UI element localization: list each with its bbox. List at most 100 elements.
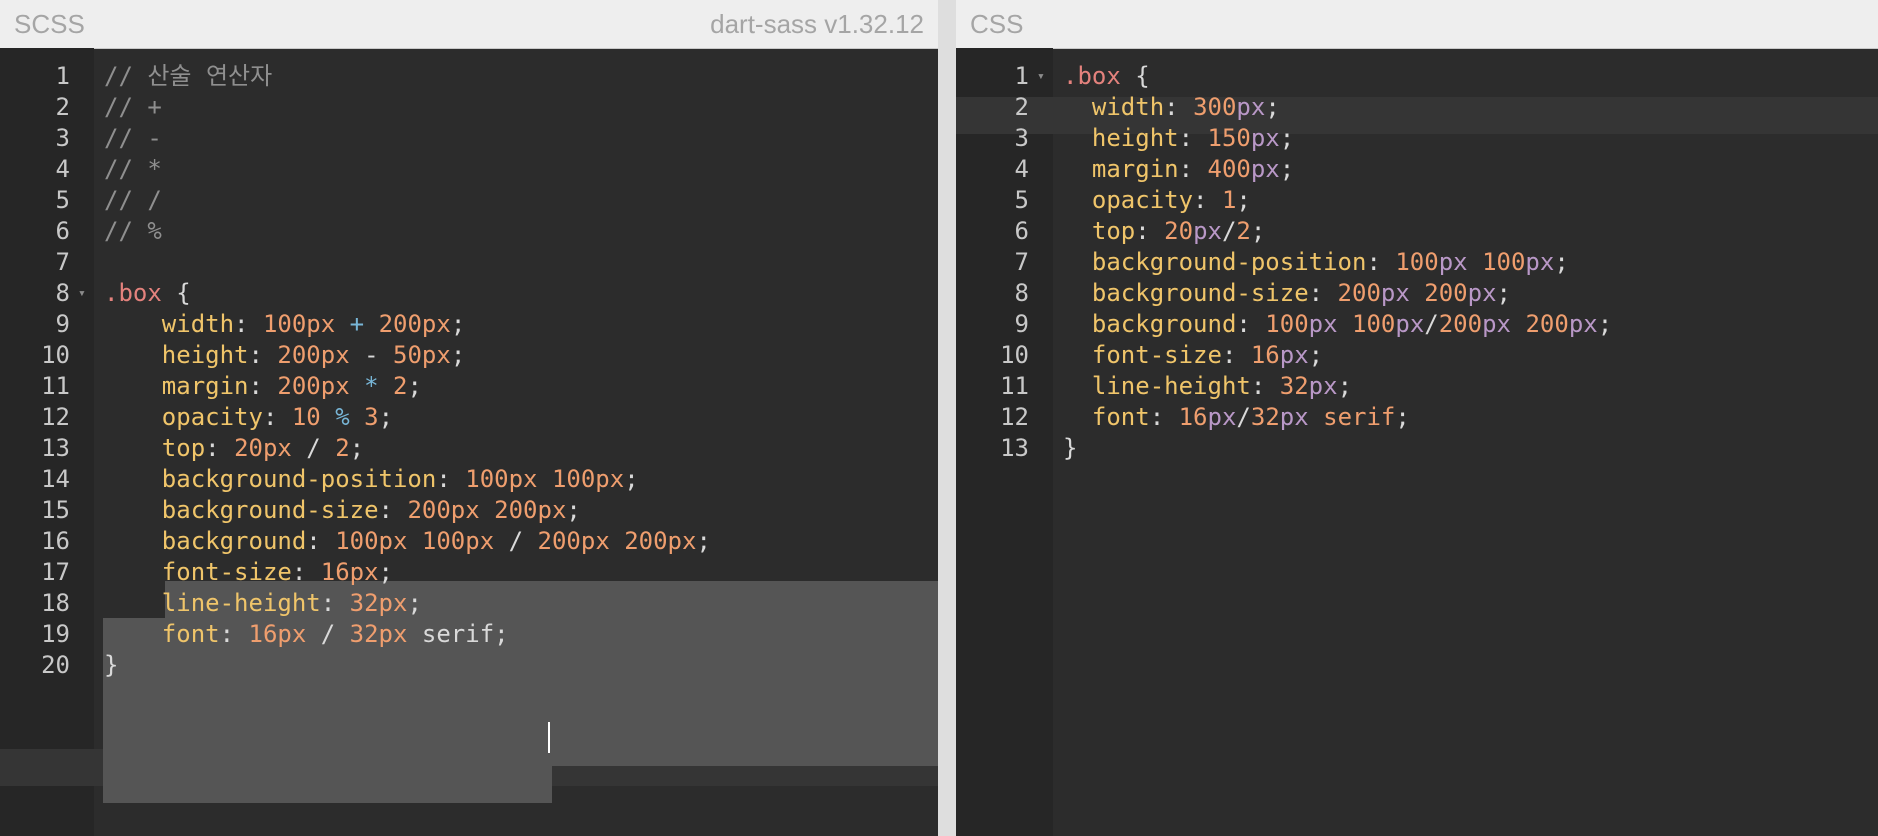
code-token: 200 [1424,279,1468,307]
code-token: ; [624,465,639,493]
code-token: background-size [1063,279,1309,307]
code-token: 200 [1337,279,1381,307]
code-token: 16 [1178,403,1208,431]
scss-editor-pane[interactable]: SCSS dart-sass v1.32.12 1// 산술 연산자 2// +3… [0,0,938,836]
code-token: * [349,372,394,400]
code-token: ; [1597,310,1613,338]
code-token: ; [1308,341,1324,369]
code-token: ; [450,341,466,369]
code-text: } [1063,430,1077,467]
code-token: px [1279,341,1309,369]
code-token: px [1308,372,1338,400]
code-token: font-size [104,558,292,586]
scss-code-area[interactable]: 1// 산술 연산자 2// +3// -4// * 5// /6// % 7 8 ▾ .b… [0,48,938,836]
code-token: ; [566,496,581,524]
line-number: 20 [41,651,70,679]
code-token: 16 [1250,341,1280,369]
code-token: 100px 100px [335,527,495,555]
code-token: : [205,434,235,462]
code-token: 200px [277,372,350,400]
code-token: % [320,403,365,431]
code-token: height [1063,124,1179,152]
css-pane-title: CSS [970,9,1024,39]
code-token: width [104,310,235,338]
code-token: 20px [234,434,292,462]
code-token: ; [1250,217,1266,245]
code-token: : [320,589,350,617]
code-token: 2 [335,434,350,462]
code-token: : [1178,124,1208,152]
code-token: line-height [104,589,321,617]
code-token: ; [378,558,393,586]
code-token: : [306,527,336,555]
code-token: / [1221,217,1237,245]
code-token: 200 [1438,310,1483,338]
code-token: ; [1236,186,1251,214]
code-token: 50px [393,341,451,369]
code-token: : [234,310,263,338]
code-token: px [1568,310,1598,338]
code-token: // * [104,155,162,183]
code-token: : [1308,279,1338,307]
code-token: 16px [320,558,379,586]
code-token: ; [696,527,711,555]
code-token: background-size [104,496,379,524]
code-token: 32 [1250,403,1280,431]
code-token: 32px [349,620,408,648]
code-token: : [1135,217,1165,245]
code-token: px [1207,403,1237,431]
code-token: px [1193,217,1222,245]
code-token: : [248,341,278,369]
code-token: px [1380,279,1410,307]
code-token: { [1120,62,1150,90]
code-token: top [104,434,206,462]
code-token: 100 [1482,248,1526,276]
css-output-pane[interactable]: CSS 1 ▾ .box {2 width: 300px; 3 height: 150… [956,0,1878,836]
code-token: 20 [1164,217,1194,245]
code-token: 100 [1352,310,1396,338]
code-text: } [104,647,118,684]
code-token: 200px 200px [407,496,567,524]
code-token: 100px 100px [465,465,625,493]
code-token: px [1250,155,1280,183]
code-token: ; [378,403,394,431]
pane-splitter[interactable] [938,0,956,836]
css-code-area[interactable]: 1 ▾ .box {2 width: 300px; 3 height: 150px; 4… [956,48,1878,836]
code-token: : [1221,341,1251,369]
code-token: 32px [349,589,408,617]
code-line[interactable]: 13} [956,430,1878,467]
code-token: top [1063,217,1136,245]
code-token: font [1063,403,1150,431]
text-cursor [548,722,550,753]
code-token: 3 [364,403,379,431]
code-token: px [1308,310,1338,338]
scss-pane-title: SCSS [14,9,85,39]
code-token: font-size [1063,341,1222,369]
code-token: 100px [262,310,336,338]
code-token: ; [1279,124,1295,152]
code-token: / [1236,403,1251,431]
code-token: : [248,372,278,400]
code-token: : [1250,372,1280,400]
code-token: 200px [277,341,350,369]
code-token: / [1424,310,1439,338]
code-token: / [494,527,538,555]
code-token: : [219,620,249,648]
code-token: ; [450,310,466,338]
code-token: 2 [393,372,408,400]
code-token: // 산술 연산자 [104,62,273,90]
code-token: } [104,651,119,679]
code-line[interactable]: 20} [0,647,938,684]
code-token: ; [1265,93,1280,121]
code-token: // - [104,124,162,152]
code-token: px [1438,248,1468,276]
code-token: 400 [1207,155,1251,183]
code-token: serif; [407,620,509,648]
code-token: background [1063,310,1237,338]
code-token: 300 [1193,93,1237,121]
code-token: 100 [1395,248,1439,276]
code-token: .box [104,279,162,307]
